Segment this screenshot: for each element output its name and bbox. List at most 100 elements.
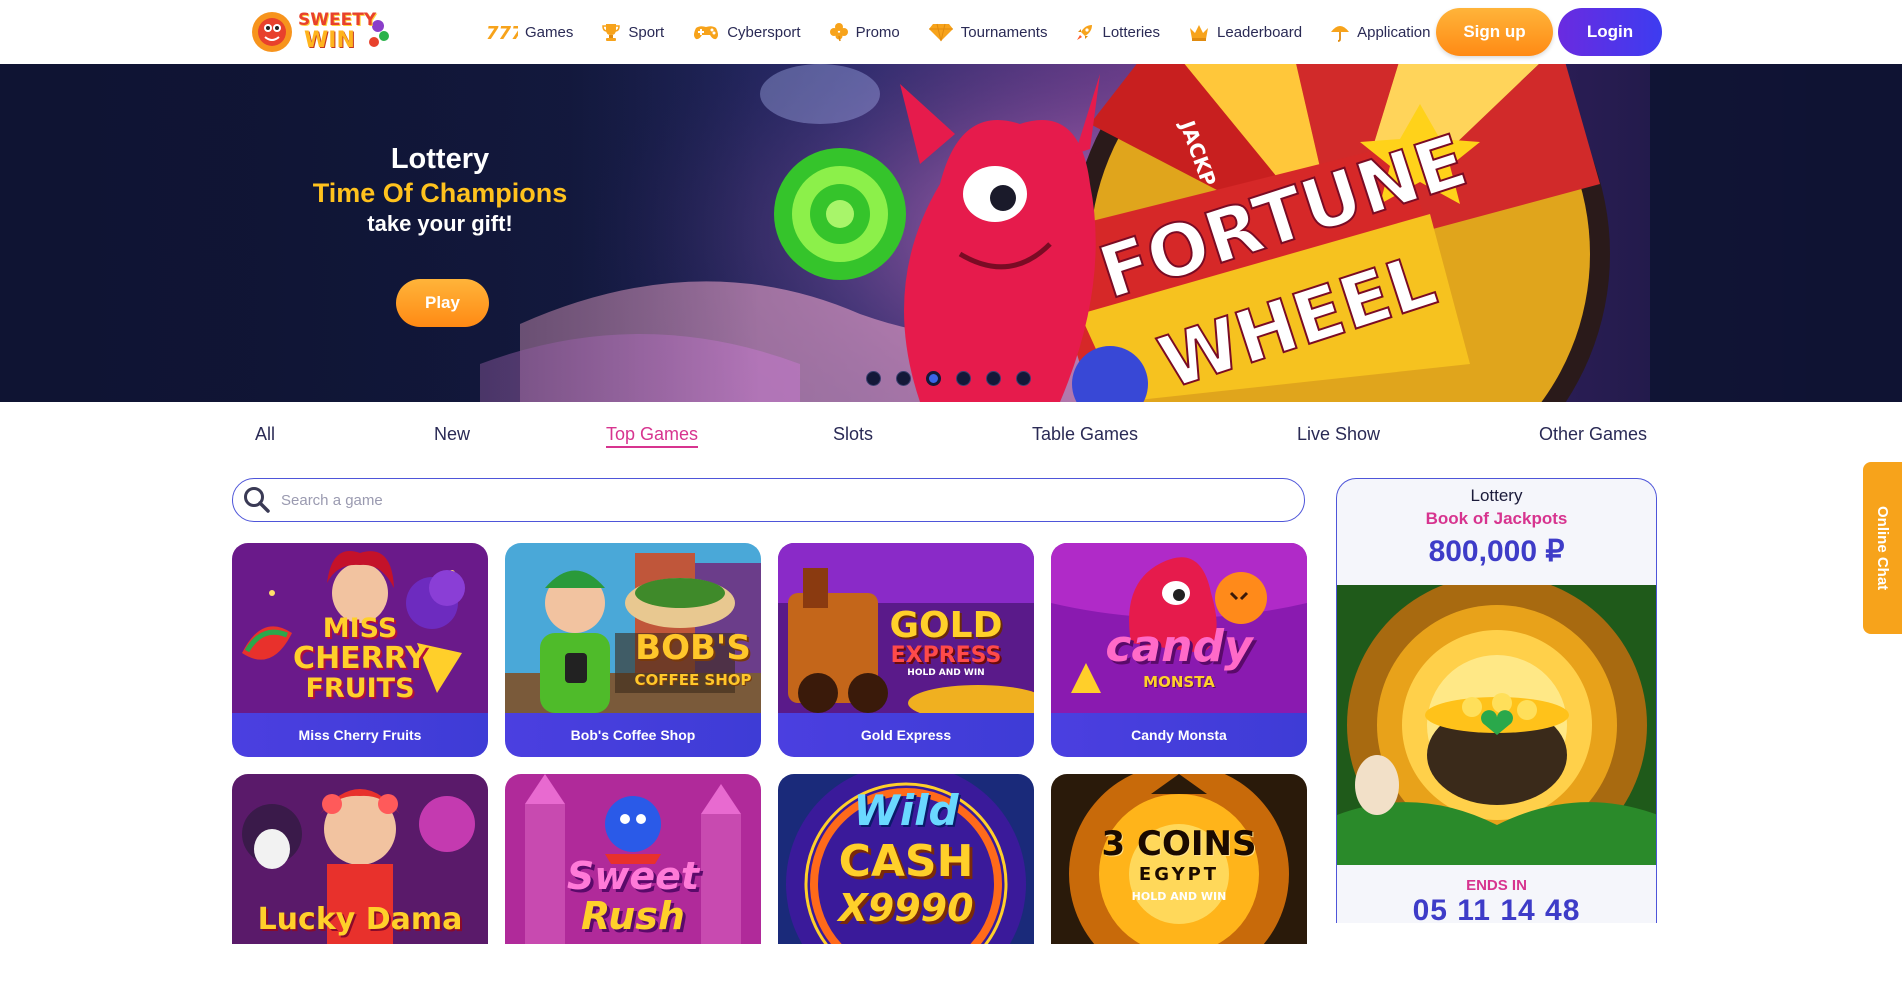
nav-label-leaderboard: Leaderboard [1217, 23, 1303, 41]
nav-item-promo[interactable]: Promo [829, 22, 900, 42]
nav-item-tournaments[interactable]: Tournaments [928, 22, 1048, 42]
game-thumbnail: GOLD EXPRESS HOLD AND WIN [778, 543, 1034, 713]
carousel-dot[interactable] [866, 371, 881, 386]
game-art-line2: CHERRY [293, 641, 427, 676]
game-category-tabs: All New Top Games Slots Table Games Live… [232, 418, 1662, 454]
nav-label-promo: Promo [855, 23, 900, 41]
tab-slots[interactable]: Slots [833, 424, 873, 445]
nav-item-games[interactable]: 777 Games [486, 22, 573, 42]
game-art-line3: HOLD AND WIN [1131, 890, 1227, 903]
game-art-line2: EGYPT [1138, 864, 1220, 885]
login-button[interactable]: Login [1558, 8, 1662, 56]
crown-icon [1190, 25, 1209, 41]
banner-tagline: take your gift! [367, 211, 513, 236]
game-art-line2: MONSTA [1143, 673, 1215, 691]
game-card-bobs-coffee-shop[interactable]: BOB'S COFFEE SHOP Bob's Coffee Shop [505, 543, 761, 757]
game-card-wild-cash[interactable]: Wild CASH X9990 [778, 774, 1034, 988]
clover-icon [829, 23, 848, 42]
carousel-dot[interactable] [956, 371, 971, 386]
nav-label-games: Games [525, 23, 574, 41]
lottery-name: Book of Jackpots [1425, 509, 1568, 528]
game-card-candy-monsta[interactable]: candy MONSTA Candy Monsta [1051, 543, 1307, 757]
logo-text-bottom: WIN [304, 28, 355, 53]
carousel-dot-active[interactable] [926, 371, 941, 386]
diamond-icon [928, 23, 953, 42]
banner-text: Lottery Time Of Champions take your gift… [250, 142, 630, 238]
game-art-line2: EXPRESS [890, 643, 1002, 668]
game-art-line1: MISS [322, 613, 398, 644]
tab-live-show[interactable]: Live Show [1297, 424, 1380, 445]
banner-play-button[interactable]: Play [396, 279, 489, 327]
trophy-icon [602, 24, 621, 41]
lottery-widget[interactable]: Lottery Book of Jackpots 800,000 ₽ ENDS … [1336, 478, 1657, 923]
game-card-3-coins-egypt[interactable]: 3 COINS EGYPT HOLD AND WIN [1051, 774, 1307, 988]
game-art-line2: Rush [581, 894, 685, 938]
nav-item-application[interactable]: Application [1330, 22, 1431, 42]
banner-title: Lottery [390, 143, 490, 175]
game-art-line2: CASH [838, 836, 974, 887]
game-title: Miss Cherry Fruits [232, 713, 488, 757]
online-chat-label: Online Chat [1874, 505, 1891, 591]
nav-label-cybersport: Cybersport [727, 23, 801, 41]
game-thumbnail: Wild CASH X9990 [778, 774, 1034, 944]
gamepad-icon [694, 26, 719, 40]
game-art-line1: candy [1105, 621, 1253, 672]
lottery-countdown: 05 11 14 48 [1412, 894, 1581, 923]
tab-all[interactable]: All [255, 424, 275, 445]
game-card-lucky-dama[interactable]: Lucky Dama [232, 774, 488, 988]
nav-item-leaderboard[interactable]: Leaderboard [1188, 22, 1302, 42]
tab-table-games[interactable]: Table Games [1032, 424, 1138, 445]
online-chat-button[interactable]: Online Chat [1863, 462, 1902, 634]
lottery-label: Lottery [1470, 486, 1523, 505]
game-art-line3: X9990 [838, 886, 974, 930]
carousel-dot[interactable] [986, 371, 1001, 386]
sweety-win-logo[interactable]: SWEETY WIN [250, 6, 392, 58]
nav-label-application: Application [1357, 23, 1431, 41]
game-art-line1: Lucky Dama [257, 902, 463, 937]
signup-button[interactable]: Sign up [1436, 8, 1553, 56]
nav-label-sport: Sport [628, 23, 665, 41]
carousel-dots [866, 371, 1031, 386]
game-art-line1: BOB'S [635, 628, 751, 668]
carousel-dot[interactable] [1016, 371, 1031, 386]
search-input[interactable] [279, 490, 1183, 510]
search-icon [244, 487, 270, 513]
game-art-line3: HOLD AND WIN [907, 668, 985, 678]
tab-top-games[interactable]: Top Games [606, 424, 699, 448]
lottery-amount: 800,000 ₽ [1428, 535, 1565, 568]
game-art-line2: COFFEE SHOP [634, 671, 752, 689]
logo-text-top: SWEETY [298, 10, 377, 30]
nav-label-tournaments: Tournaments [960, 23, 1048, 41]
carousel-dot[interactable] [896, 371, 911, 386]
nav-item-cybersport[interactable]: Cybersport [692, 22, 801, 42]
rocket-icon [1077, 25, 1093, 40]
banner-subtitle: Time Of Champions [312, 178, 568, 208]
game-search-box [232, 478, 1305, 522]
tab-new[interactable]: New [434, 424, 470, 445]
game-art-line1: GOLD [889, 605, 1003, 646]
main-nav: 777 Games Sport Cybersport [486, 0, 1459, 64]
svg-text:777: 777 [486, 23, 518, 42]
game-thumbnail: MISS CHERRY FRUITS [232, 543, 488, 713]
tab-other-games[interactable]: Other Games [1539, 424, 1647, 445]
lottery-image [1337, 575, 1656, 875]
game-card-miss-cherry-fruits[interactable]: MISS CHERRY FRUITS Miss Cherry Fruits [232, 543, 488, 757]
game-card-sweet-rush[interactable]: Sweet Rush [505, 774, 761, 988]
header: SWEETY WIN 777 Games Sport [0, 0, 1902, 65]
game-thumbnail: BOB'S COFFEE SHOP [505, 543, 761, 713]
game-card-gold-express[interactable]: GOLD EXPRESS HOLD AND WIN Gold Express [778, 543, 1034, 757]
nav-label-lotteries: Lotteries [1102, 23, 1161, 41]
game-art-line1: Sweet [566, 854, 700, 898]
nav-item-sport[interactable]: Sport [601, 22, 664, 42]
game-art-line1: Wild [853, 786, 959, 835]
game-thumbnail: Lucky Dama [232, 774, 488, 944]
umbrella-icon [1331, 26, 1350, 42]
hero-banner[interactable]: FORTUNE WHEEL JACKP Lottery Time Of Cham… [0, 64, 1902, 402]
lottery-ends-label: ENDS IN [1466, 877, 1527, 894]
game-title: Gold Express [778, 713, 1034, 757]
nav-item-lotteries[interactable]: Lotteries [1075, 22, 1160, 42]
game-title: Bob's Coffee Shop [505, 713, 761, 757]
game-art-line1: 3 COINS [1101, 824, 1257, 864]
game-title: Candy Monsta [1051, 713, 1307, 757]
game-thumbnail: Sweet Rush [505, 774, 761, 944]
